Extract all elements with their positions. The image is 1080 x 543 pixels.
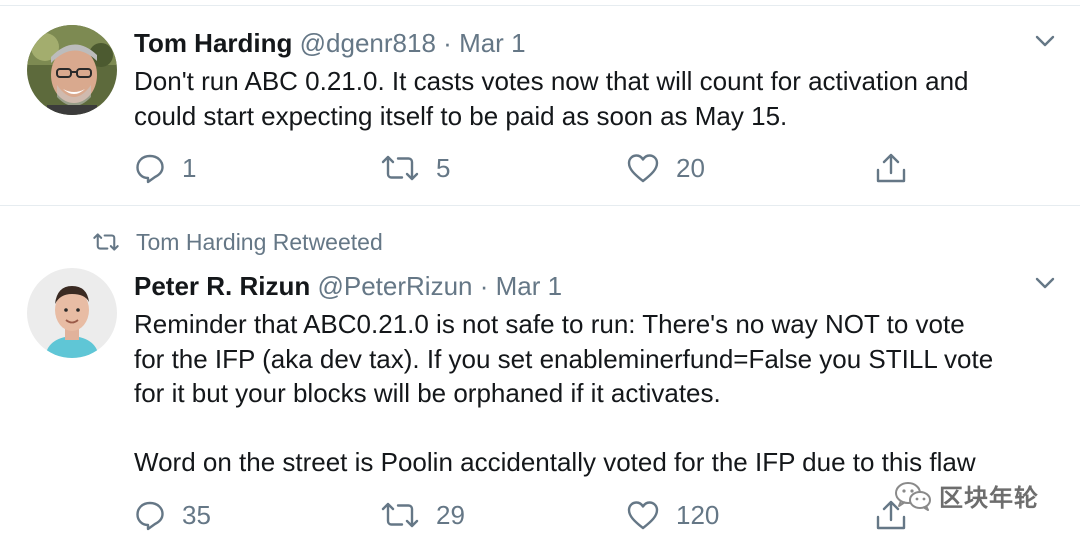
tweet-text-line: for the IFP (aka dev tax). If you set en…	[134, 343, 994, 374]
header-separator: ·	[479, 271, 489, 301]
wechat-icon	[895, 481, 931, 511]
tweet-header: Peter R. Rizun @PeterRizun · Mar 1	[134, 271, 562, 301]
display-name[interactable]: Peter R. Rizun	[134, 271, 310, 301]
tweet-date[interactable]: Mar 1	[496, 271, 562, 301]
tweet-text: Reminder that ABC0.21.0 is not safe to r…	[134, 307, 1064, 479]
watermark: 区块年轮	[893, 478, 1039, 513]
tweet-text-line: Word on the street is Poolin accidentall…	[134, 446, 976, 477]
tweet-text-line: Reminder that ABC0.21.0 is not safe to r…	[134, 309, 965, 339]
chevron-down-icon[interactable]	[1032, 270, 1058, 296]
avatar-peter-rizun[interactable]	[27, 268, 117, 358]
reply-icon	[136, 501, 164, 531]
reply-button[interactable]: 35	[134, 495, 211, 535]
tweet-peter-rizun[interactable]: Peter R. Rizun @PeterRizun · Mar 1 Remin…	[0, 0, 1080, 543]
heart-icon	[627, 501, 659, 530]
like-button[interactable]: 120	[626, 495, 719, 535]
reply-count: 35	[182, 499, 211, 530]
user-handle[interactable]: @PeterRizun	[317, 271, 472, 301]
tweet-actions: 35 29 120	[134, 495, 934, 535]
retweet-count: 29	[436, 499, 465, 530]
watermark-text: 区块年轮	[939, 485, 1039, 512]
retweet-button[interactable]: 29	[380, 495, 465, 535]
like-count: 120	[676, 499, 720, 530]
tweet-text-line: for it but your blocks will be orphaned …	[134, 378, 721, 408]
retweet-icon	[381, 502, 419, 528]
